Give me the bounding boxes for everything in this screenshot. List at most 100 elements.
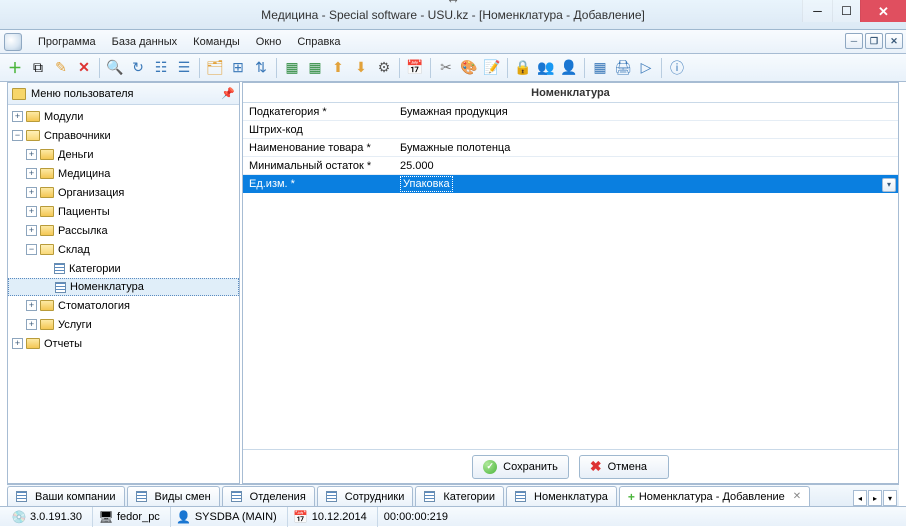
pin-icon[interactable]: 📌	[221, 87, 235, 100]
tree-node-patients[interactable]: +Пациенты	[8, 202, 239, 221]
expander-icon[interactable]: +	[26, 319, 37, 330]
expander-icon[interactable]: +	[12, 338, 23, 349]
tab-next-button[interactable]: ▸	[868, 490, 882, 506]
plus-icon: +	[628, 490, 635, 504]
tree-label: Модули	[44, 111, 83, 123]
roles-icon[interactable]: 👤	[558, 57, 580, 79]
tools-icon[interactable]: ✂	[435, 57, 457, 79]
tab-nomenclature-add[interactable]: +Номенклатура - Добавление✕	[619, 486, 810, 506]
palette-icon[interactable]: 🎨	[458, 57, 480, 79]
app-menu-icon[interactable]	[4, 33, 22, 51]
filter-icon[interactable]: 🗂	[204, 57, 226, 79]
mdi-restore-button[interactable]: ❐	[865, 33, 883, 49]
tree-node-services[interactable]: +Услуги	[8, 315, 239, 334]
group-icon[interactable]: ⊞	[227, 57, 249, 79]
expander-icon[interactable]: +	[26, 187, 37, 198]
tab-categories[interactable]: Категории	[415, 486, 504, 506]
minimize-button[interactable]: ─	[802, 0, 832, 22]
delete-icon[interactable]: ✕	[73, 57, 95, 79]
tab-close-icon[interactable]: ✕	[793, 491, 801, 502]
close-button[interactable]: ✕	[860, 0, 906, 22]
mdi-minimize-button[interactable]: ─	[845, 33, 863, 49]
lock-icon[interactable]: 🔒	[512, 57, 534, 79]
row-minremain[interactable]: Минимальный остаток * 25.000	[243, 157, 898, 175]
tab-employees[interactable]: Сотрудники	[317, 486, 414, 506]
grid-icon[interactable]: ▦	[589, 57, 611, 79]
expander-icon[interactable]: −	[26, 244, 37, 255]
search-icon[interactable]: 🔍	[104, 57, 126, 79]
tree-node-categories[interactable]: Категории	[8, 259, 239, 278]
tab-menu-button[interactable]: ▾	[883, 490, 897, 506]
refresh-icon[interactable]: ↻	[127, 57, 149, 79]
value-unit[interactable]: Упаковка ▾	[398, 176, 898, 192]
tree-node-refs[interactable]: − Справочники	[8, 126, 239, 145]
row-barcode[interactable]: Штрих-код	[243, 121, 898, 139]
tree-node-money[interactable]: + Деньги	[8, 145, 239, 164]
edit-icon[interactable]: ✎	[50, 57, 72, 79]
row-name[interactable]: Наименование товара * Бумажные полотенца	[243, 139, 898, 157]
preview-icon[interactable]: ▷	[635, 57, 657, 79]
maximize-button[interactable]: ☐	[832, 0, 860, 22]
expander-icon[interactable]: +	[26, 206, 37, 217]
menu-help[interactable]: Справка	[289, 33, 348, 51]
add-icon[interactable]: ＋	[4, 57, 26, 79]
tab-shifts[interactable]: Виды смен	[127, 486, 220, 506]
save-button[interactable]: ✓ Сохранить	[472, 455, 569, 479]
tree-label: Деньги	[58, 149, 94, 161]
script-icon[interactable]: ⚙	[373, 57, 395, 79]
value-name[interactable]: Бумажные полотенца	[398, 142, 898, 154]
export-excel-icon[interactable]: ▦	[281, 57, 303, 79]
tab-label: Сотрудники	[345, 491, 405, 503]
help-icon[interactable]: ⓘ	[666, 57, 688, 79]
expander-icon[interactable]: +	[26, 225, 37, 236]
tree-label: Стоматология	[58, 300, 130, 312]
menu-window[interactable]: Окно	[248, 33, 290, 51]
tree-node-nomenclature[interactable]: Номенклатура	[8, 278, 239, 296]
copy-icon[interactable]: ⧉	[27, 57, 49, 79]
value-subcategory[interactable]: Бумажная продукция	[398, 106, 898, 118]
value-minremain[interactable]: 25.000	[398, 160, 898, 172]
calendar-icon[interactable]: 📅	[404, 57, 426, 79]
row-subcategory[interactable]: Подкатегория * Бумажная продукция	[243, 103, 898, 121]
dropdown-arrow-icon[interactable]: ▾	[882, 178, 896, 192]
print-icon[interactable]: 🖨	[612, 57, 634, 79]
tab-companies[interactable]: Ваши компании	[7, 486, 125, 506]
tree-label: Справочники	[44, 130, 111, 142]
cancel-button[interactable]: ✖ Отмена	[579, 455, 669, 479]
sidebar: Меню пользователя 📌 + Модули − Справочни…	[7, 82, 240, 484]
note-icon[interactable]: 📝	[481, 57, 503, 79]
list-icon[interactable]: ☰	[173, 57, 195, 79]
tree-node-modules[interactable]: + Модули	[8, 107, 239, 126]
tab-departments[interactable]: Отделения	[222, 486, 315, 506]
menu-program[interactable]: Программа	[30, 33, 104, 51]
computer-icon: 🖥	[99, 510, 113, 524]
tree-node-medicine[interactable]: +Медицина	[8, 164, 239, 183]
expander-icon[interactable]: +	[26, 168, 37, 179]
expander-icon[interactable]: −	[12, 130, 23, 141]
tree-node-org[interactable]: +Организация	[8, 183, 239, 202]
export-icon[interactable]: ⬇	[350, 57, 372, 79]
menu-database[interactable]: База данных	[104, 33, 186, 51]
import-excel-icon[interactable]: ▦	[304, 57, 326, 79]
navigation-tree[interactable]: + Модули − Справочники + Деньги +Медицина	[8, 105, 239, 483]
toolbar: ＋ ⧉ ✎ ✕ 🔍 ↻ ☷ ☰ 🗂 ⊞ ⇅ ▦ ▦ ⬆ ⬇ ⚙ 📅 ✂ 🎨 📝 …	[0, 54, 906, 82]
tree-node-mailing[interactable]: +Рассылка	[8, 221, 239, 240]
mdi-close-button[interactable]: ✕	[885, 33, 903, 49]
import-icon[interactable]: ⬆	[327, 57, 349, 79]
tree-icon[interactable]: ☷	[150, 57, 172, 79]
tree-node-stomatology[interactable]: + Стоматология	[8, 296, 239, 315]
sort-icon[interactable]: ⇅	[250, 57, 272, 79]
row-unit[interactable]: Ед.изм. * Упаковка ▾	[243, 175, 898, 193]
menu-commands[interactable]: Команды	[185, 33, 248, 51]
tree-node-reports[interactable]: + Отчеты	[8, 334, 239, 353]
expander-icon[interactable]: +	[12, 111, 23, 122]
folder-icon	[26, 338, 40, 349]
time-text: 00:00:00:219	[384, 511, 448, 523]
users-icon[interactable]: 👥	[535, 57, 557, 79]
expander-icon[interactable]: +	[26, 300, 37, 311]
tab-nomenclature[interactable]: Номенклатура	[506, 486, 617, 506]
tree-node-warehouse[interactable]: −Склад	[8, 240, 239, 259]
tree-label: Категории	[69, 263, 121, 275]
expander-icon[interactable]: +	[26, 149, 37, 160]
tab-prev-button[interactable]: ◂	[853, 490, 867, 506]
